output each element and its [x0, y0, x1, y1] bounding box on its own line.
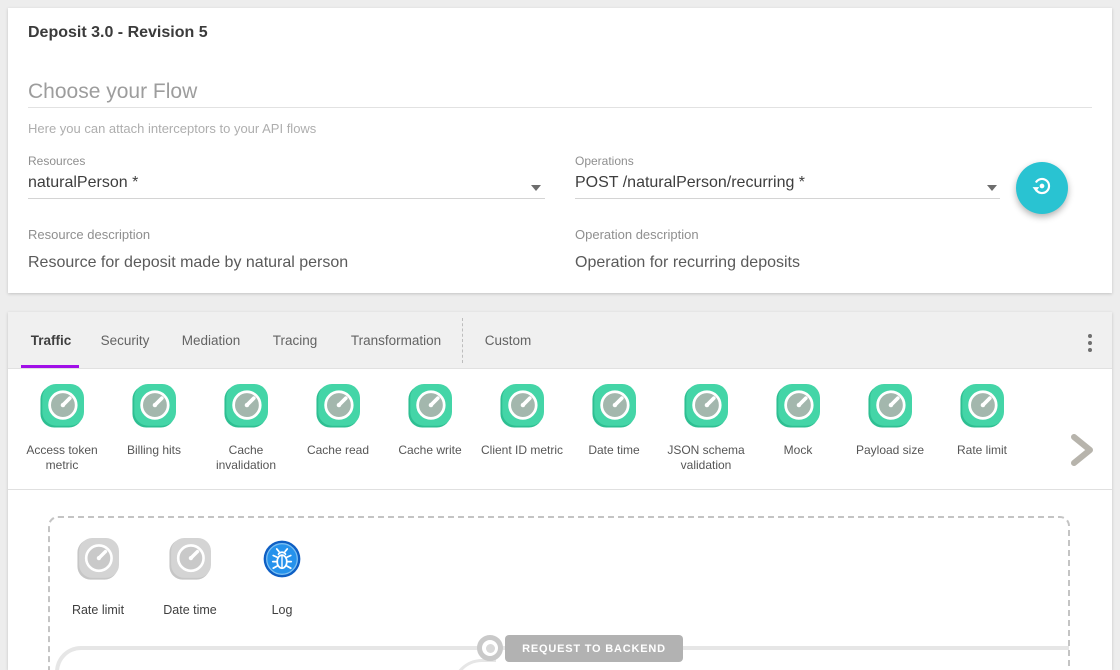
operations-label: Operations — [575, 154, 634, 168]
gauge-icon — [224, 384, 268, 433]
gauge-icon — [316, 384, 360, 433]
attached-interceptors-row: Rate limit Date time — [50, 518, 1068, 617]
interceptor-label: Access token metric — [16, 443, 108, 473]
tab-transformation[interactable]: Transformation — [351, 333, 441, 348]
history-restore-icon — [1029, 173, 1055, 204]
resource-description-label: Resource description — [28, 227, 150, 242]
attached-interceptor-label: Rate limit — [72, 603, 124, 617]
tab-tracing[interactable]: Tracing — [273, 333, 318, 348]
gauge-gray-icon — [77, 538, 119, 585]
chevron-right-icon — [1070, 453, 1096, 470]
interceptor-label: Client ID metric — [479, 443, 565, 458]
resources-caret-icon[interactable] — [531, 185, 541, 191]
tab-security[interactable]: Security — [101, 333, 150, 348]
active-tab-indicator — [21, 365, 79, 368]
resources-underline — [28, 198, 545, 199]
gauge-icon — [592, 384, 636, 433]
gauge-icon — [776, 384, 820, 433]
operations-underline — [575, 198, 1000, 199]
gauge-gray-icon — [169, 538, 211, 585]
resources-label: Resources — [28, 154, 85, 168]
interceptor-json-schema-validation[interactable]: JSON schema validation — [660, 384, 752, 489]
tab-mediation[interactable]: Mediation — [182, 333, 241, 348]
request-to-backend-badge: REQUEST TO BACKEND — [505, 635, 683, 662]
tab-group-divider — [462, 318, 463, 363]
attached-interceptor-log[interactable]: Log — [236, 538, 328, 617]
interceptor-label: Mock — [782, 443, 815, 458]
attached-interceptor-rate-limit[interactable]: Rate limit — [52, 538, 144, 617]
palette-scroll-right-button[interactable] — [1070, 434, 1096, 471]
interceptor-mock[interactable]: Mock — [752, 384, 844, 489]
section-title: Choose your Flow — [28, 80, 197, 104]
interceptor-label: Billing hits — [125, 443, 183, 458]
interceptor-label: Payload size — [854, 443, 926, 458]
api-title: Deposit 3.0 - Revision 5 — [28, 24, 208, 42]
interceptor-label: Cache read — [305, 443, 371, 458]
operation-description-label: Operation description — [575, 227, 699, 242]
gauge-icon — [132, 384, 176, 433]
section-subtitle: Here you can attach interceptors to your… — [28, 121, 316, 136]
interceptor-palette: Access token metric Billing hits Cache i… — [8, 370, 1112, 490]
operations-caret-icon[interactable] — [987, 185, 997, 191]
interceptor-label: Cache invalidation — [200, 443, 292, 473]
interceptor-cache-read[interactable]: Cache read — [292, 384, 384, 489]
interceptor-rate-limit[interactable]: Rate limit — [936, 384, 1028, 489]
api-header-card: Deposit 3.0 - Revision 5 Choose your Flo… — [8, 8, 1112, 293]
gauge-icon — [40, 384, 84, 433]
tab-traffic[interactable]: Traffic — [31, 333, 72, 348]
bug-log-icon — [261, 538, 303, 585]
more-options-icon[interactable] — [1082, 334, 1098, 352]
reload-revision-button[interactable] — [1016, 162, 1068, 214]
interceptor-billing-hits[interactable]: Billing hits — [108, 384, 200, 489]
gauge-icon — [684, 384, 728, 433]
attached-interceptor-date-time[interactable]: Date time — [144, 538, 236, 617]
section-divider — [28, 107, 1092, 108]
interceptor-tabbar: Traffic Security Mediation Tracing Trans… — [8, 312, 1112, 369]
gauge-icon — [500, 384, 544, 433]
interceptor-label: Rate limit — [955, 443, 1009, 458]
interceptor-access-token-metric[interactable]: Access token metric — [16, 384, 108, 489]
interceptor-cache-write[interactable]: Cache write — [384, 384, 476, 489]
interceptor-label: Cache write — [396, 443, 463, 458]
resources-select[interactable]: naturalPerson * — [28, 174, 138, 192]
interceptor-cache-invalidation[interactable]: Cache invalidation — [200, 384, 292, 489]
attached-interceptor-label: Date time — [163, 603, 217, 617]
resource-description-value: Resource for deposit made by natural per… — [28, 254, 348, 272]
tab-custom[interactable]: Custom — [485, 333, 532, 348]
interceptors-card: Traffic Security Mediation Tracing Trans… — [8, 312, 1112, 670]
flow-connector-node — [477, 635, 503, 661]
interceptor-payload-size[interactable]: Payload size — [844, 384, 936, 489]
operations-select[interactable]: POST /naturalPerson/recurring * — [575, 174, 805, 192]
attached-interceptor-label: Log — [272, 603, 293, 617]
api-flow-editor-page: Deposit 3.0 - Revision 5 Choose your Flo… — [0, 0, 1120, 670]
gauge-icon — [960, 384, 1004, 433]
gauge-icon — [408, 384, 452, 433]
interceptor-label: JSON schema validation — [660, 443, 752, 473]
interceptor-client-id-metric[interactable]: Client ID metric — [476, 384, 568, 489]
gauge-icon — [868, 384, 912, 433]
operation-description-value: Operation for recurring deposits — [575, 254, 800, 272]
interceptor-label: Date time — [586, 443, 641, 458]
interceptor-date-time[interactable]: Date time — [568, 384, 660, 489]
